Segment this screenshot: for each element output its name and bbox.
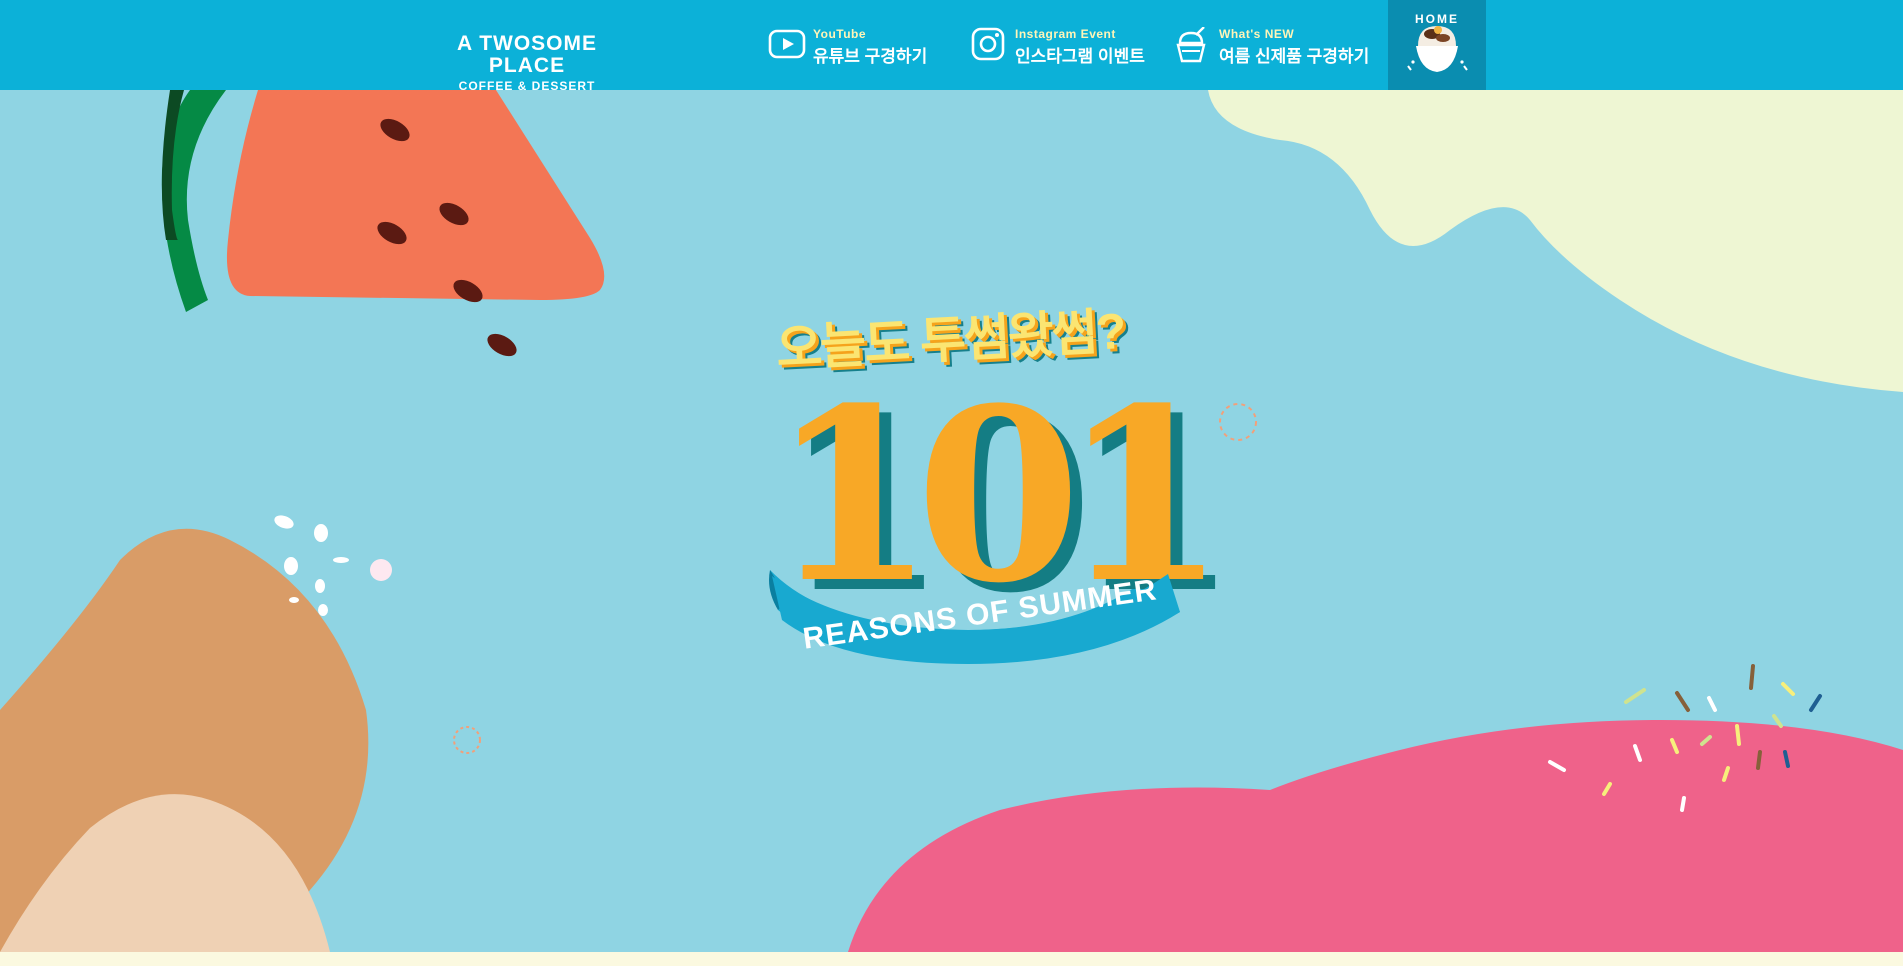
youtube-icon [768,27,808,63]
instagram-icon [970,27,1010,63]
top-navigation-bar: A TWOSOME PLACE COFFEE & DESSERT YouTube… [0,0,1903,94]
bingsu-dessert-icon [1407,26,1468,72]
bingsu-icon [1174,26,1214,63]
nav-youtube-label: 유튜브 구경하기 [813,47,928,66]
nav-whats-new-label: 여름 신제품 구경하기 [1219,47,1370,66]
nav-whats-new-sub: What's NEW [1219,27,1295,41]
nav-instagram-label: 인스타그램 이벤트 [1015,47,1145,66]
nav-instagram-link[interactable]: Instagram Event 인스타그램 이벤트 [970,22,1145,68]
nav-instagram-sub: Instagram Event [1015,27,1116,41]
home-button[interactable]: HOME [1388,0,1486,90]
brand-logo[interactable]: A TWOSOME PLACE COFFEE & DESSERT [416,32,638,94]
nav-youtube-sub: YouTube [813,27,867,41]
nav-whats-new-link[interactable]: What's NEW 여름 신제품 구경하기 [1174,22,1369,68]
nav-youtube-link[interactable]: YouTube 유튜브 구경하기 [768,22,928,68]
bottom-cream-strip [0,952,1903,966]
brand-name: A TWOSOME PLACE [456,32,598,77]
